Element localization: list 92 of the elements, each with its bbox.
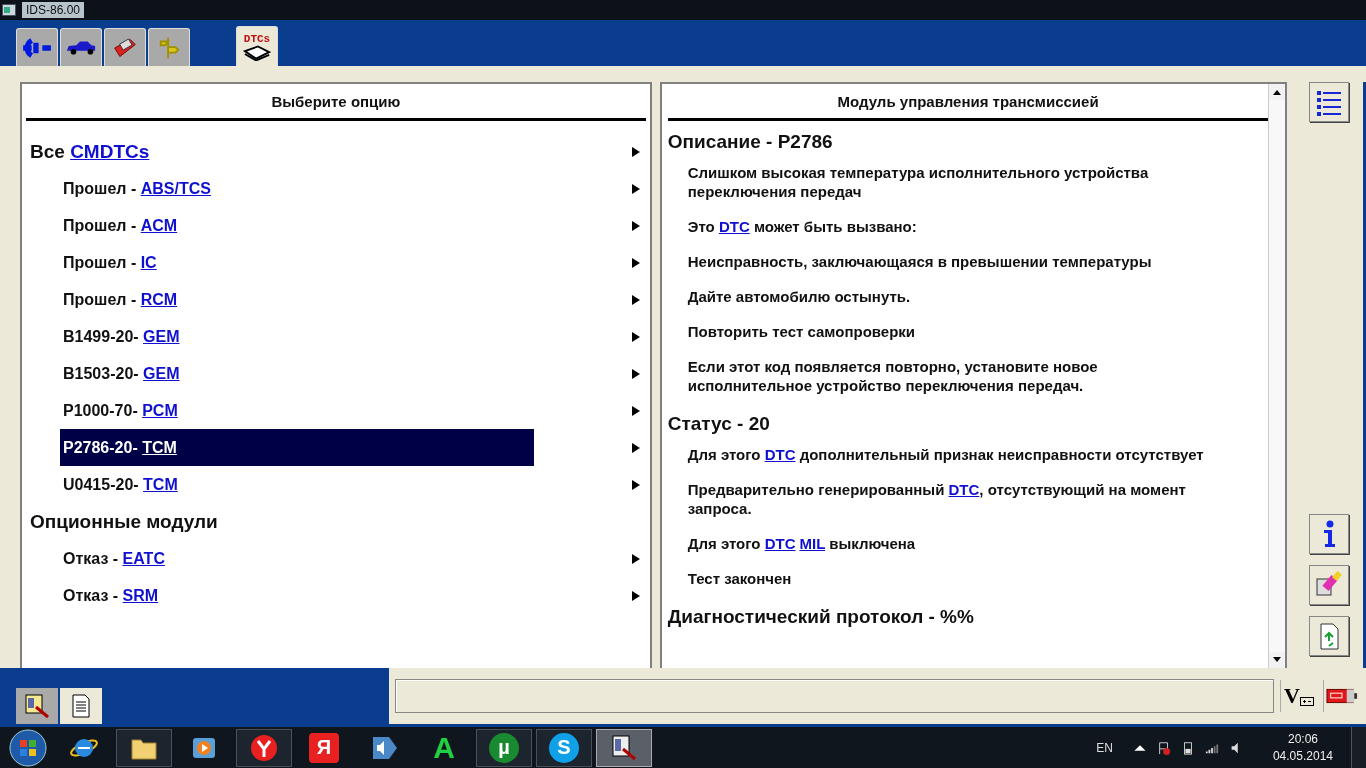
app-icon (2, 4, 16, 16)
module-link[interactable]: ABS/TCS (140, 180, 211, 197)
start-button[interactable] (8, 727, 48, 768)
clock-date[interactable]: 04.05.2014 (1272, 749, 1333, 763)
device-pen-icon (24, 693, 50, 719)
scrollbar[interactable] (1268, 84, 1286, 668)
dtc-list-item[interactable]: Отказ - SRM (60, 577, 534, 614)
arrow-icon[interactable] (632, 590, 640, 601)
arrow-icon[interactable] (632, 331, 640, 342)
dtc-list-item[interactable]: Отказ - EATC (60, 540, 534, 577)
dtc-list-item[interactable]: B1503-20- GEM (60, 355, 534, 392)
letter-a-icon: A (429, 732, 459, 763)
module-link[interactable]: RCM (140, 291, 178, 308)
description-text: Повторить тест самопроверки (687, 322, 917, 341)
module-link[interactable]: GEM (143, 328, 180, 345)
taskbar-app[interactable] (236, 728, 292, 767)
module-link[interactable]: GEM (143, 365, 180, 382)
description-text: Если этот код появляется повторно, установите новое исполнительное устройство переключения передач. (687, 357, 1099, 395)
toolbar-tab[interactable]: DTCs (236, 26, 278, 66)
toolbar-tab[interactable] (16, 28, 58, 66)
y-browser-icon (249, 732, 279, 763)
panel-title: Модуль управления трансмиссией (836, 92, 1100, 112)
module-link[interactable]: TCM (142, 439, 177, 456)
panel-title: Выберите опцию (270, 92, 402, 112)
toolbar-tab[interactable] (60, 28, 102, 66)
taskbar-app[interactable] (596, 728, 652, 767)
scroll-up-icon[interactable] (1272, 89, 1283, 95)
info-button[interactable] (1309, 514, 1350, 554)
module-link[interactable]: IC (140, 254, 157, 271)
arrow-icon[interactable] (632, 442, 640, 453)
arrow-icon[interactable] (632, 146, 640, 157)
torrent-icon: µ (489, 732, 519, 763)
dtc-list-item[interactable]: P2786-20- TCM (60, 429, 534, 466)
section-heading: Описание - P2786 (667, 131, 834, 153)
arrow-icon[interactable] (632, 368, 640, 379)
dtc-list-item[interactable]: B1499-20- GEM (60, 318, 534, 355)
module-link[interactable]: TCM (143, 476, 178, 493)
dtc-list-item[interactable]: Прошел - ABS/TCS (60, 170, 534, 207)
group-heading: Опционные модули (29, 510, 219, 533)
arrow-icon[interactable] (632, 220, 640, 231)
device-pen-icon (609, 732, 639, 763)
dtc-link[interactable]: MIL (799, 535, 826, 552)
arrow-icon[interactable] (632, 183, 640, 194)
description-text: Предварительно генерированный DTC, отсутствующий на момент запроса. (687, 480, 1187, 518)
description-text: Для этого DTC дополнительный признак неисправности отсутствует (687, 445, 1205, 464)
search-app-icon: Я (309, 732, 339, 763)
description-text: Тест закончен (687, 569, 793, 588)
module-link[interactable]: PCM (142, 402, 178, 419)
module-link[interactable]: SRM (122, 587, 159, 604)
module-link[interactable]: EATC (122, 550, 165, 567)
arrow-icon[interactable] (632, 294, 640, 305)
arrow-icon[interactable] (632, 257, 640, 268)
group-heading: Все CMDTCs (29, 140, 151, 163)
eraser-button[interactable] (1309, 565, 1350, 605)
connector-icon (21, 35, 53, 60)
section-heading: Статус - 20 (667, 413, 771, 435)
arrow-icon[interactable] (632, 405, 640, 416)
flag-icon[interactable] (1156, 740, 1171, 755)
dtc-list-item[interactable]: Прошел - RCM (60, 281, 534, 318)
refresh-button[interactable] (1309, 616, 1350, 656)
clock-time[interactable]: 20:06 (1287, 732, 1318, 746)
description-text: Неисправность, заключающаяся в превышении температуры (687, 252, 1153, 271)
view-tab[interactable] (16, 688, 58, 724)
arrow-icon[interactable] (632, 553, 640, 564)
battery-icon[interactable] (1323, 680, 1360, 712)
taskbar-app[interactable]: Я (296, 728, 352, 767)
toolbar-tab[interactable] (104, 28, 146, 66)
dtc-list-item[interactable]: Прошел - ACM (60, 207, 534, 244)
taskbar-app[interactable]: A (416, 728, 472, 767)
dtc-link[interactable]: DTC (764, 535, 796, 552)
module-link[interactable]: CMDTCs (70, 140, 150, 162)
dtc-link[interactable]: DTC (948, 481, 980, 498)
scroll-down-icon[interactable] (1272, 657, 1283, 663)
dtc-list-item[interactable]: U0415-20- TCM (60, 466, 534, 503)
dtc-list-item[interactable]: Прошел - IC (60, 244, 534, 281)
taskbar-app[interactable]: µ (476, 728, 532, 767)
description-text: Дайте автомобилю остынуть. (687, 287, 912, 306)
description-text: Слишком высокая температура исполнительного устройства переключения передач (687, 163, 1150, 201)
module-link[interactable]: ACM (140, 217, 178, 234)
dtc-list-item[interactable]: P1000-70- PCM (60, 392, 534, 429)
dtc-link[interactable]: DTC (718, 218, 750, 235)
description-text: Это DTC может быть вызвано: (687, 217, 918, 236)
arrow-icon[interactable] (632, 479, 640, 490)
language-indicator[interactable]: EN (1096, 740, 1113, 755)
taskbar-app[interactable] (116, 728, 172, 767)
view-tab[interactable] (60, 688, 102, 724)
description-text: Для этого DTC MIL выключена (687, 534, 917, 553)
chat-app-icon: S (549, 732, 579, 763)
dtc-link[interactable]: DTC (764, 446, 796, 463)
window-title: IDS-86.00 (22, 2, 85, 18)
list-button[interactable] (1309, 82, 1350, 122)
section-heading: Диагностический протокол - %% (667, 606, 975, 628)
